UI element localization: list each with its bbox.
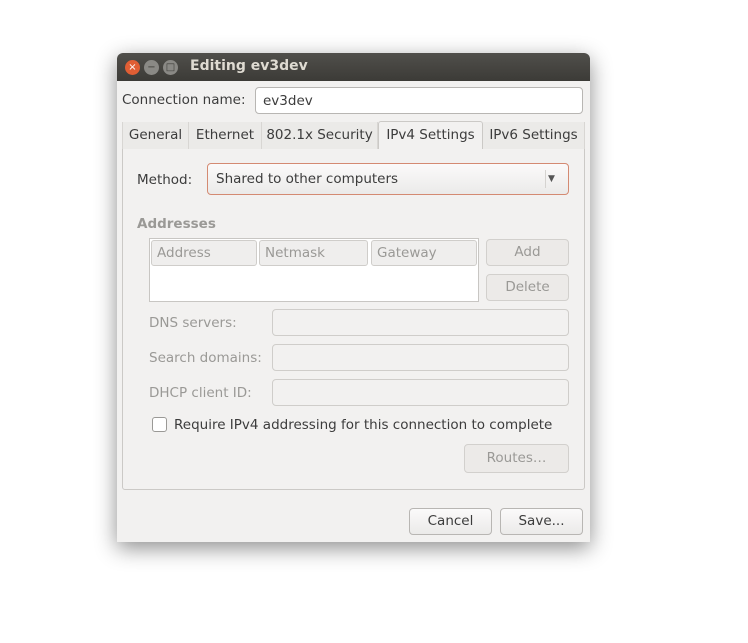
tab-ethernet[interactable]: Ethernet	[189, 122, 262, 149]
chevron-down-icon: ▼	[548, 174, 555, 184]
tab-ipv4-settings[interactable]: IPv4 Settings	[378, 121, 483, 149]
window-title: Editing ev3dev	[190, 58, 308, 74]
tab-8021x-security[interactable]: 802.1x Security	[262, 122, 378, 149]
column-header-netmask[interactable]: Netmask	[259, 240, 368, 266]
tab-general[interactable]: General	[122, 122, 189, 149]
add-button[interactable]: Add	[486, 239, 569, 266]
connection-name-input[interactable]: ev3dev	[255, 87, 583, 114]
close-icon[interactable]: ×	[125, 60, 140, 75]
delete-button[interactable]: Delete	[486, 274, 569, 301]
connection-name-label: Connection name:	[122, 92, 246, 108]
tab-ipv6-settings[interactable]: IPv6 Settings	[483, 122, 585, 149]
column-header-address[interactable]: Address	[151, 240, 257, 266]
addresses-heading: Addresses	[137, 216, 216, 232]
method-value: Shared to other computers	[216, 171, 399, 187]
minimize-icon[interactable]: −	[144, 60, 159, 75]
dhcp-client-id-label: DHCP client ID:	[149, 385, 252, 401]
method-label: Method:	[137, 172, 193, 188]
dhcp-client-id-input[interactable]	[272, 379, 569, 406]
save-button[interactable]: Save...	[500, 508, 583, 535]
cancel-button[interactable]: Cancel	[409, 508, 492, 535]
column-header-gateway[interactable]: Gateway	[371, 240, 477, 266]
titlebar: × − □ Editing ev3dev	[117, 53, 590, 81]
method-dropdown[interactable]: Shared to other computers ▼	[207, 163, 569, 195]
dns-servers-input[interactable]	[272, 309, 569, 336]
dns-servers-label: DNS servers:	[149, 315, 237, 331]
require-ipv4-checkbox[interactable]	[152, 417, 167, 432]
search-domains-label: Search domains:	[149, 350, 262, 366]
maximize-icon[interactable]: □	[163, 60, 178, 75]
search-domains-input[interactable]	[272, 344, 569, 371]
routes-button[interactable]: Routes…	[464, 444, 569, 473]
require-ipv4-label[interactable]: Require IPv4 addressing for this connect…	[174, 417, 552, 433]
